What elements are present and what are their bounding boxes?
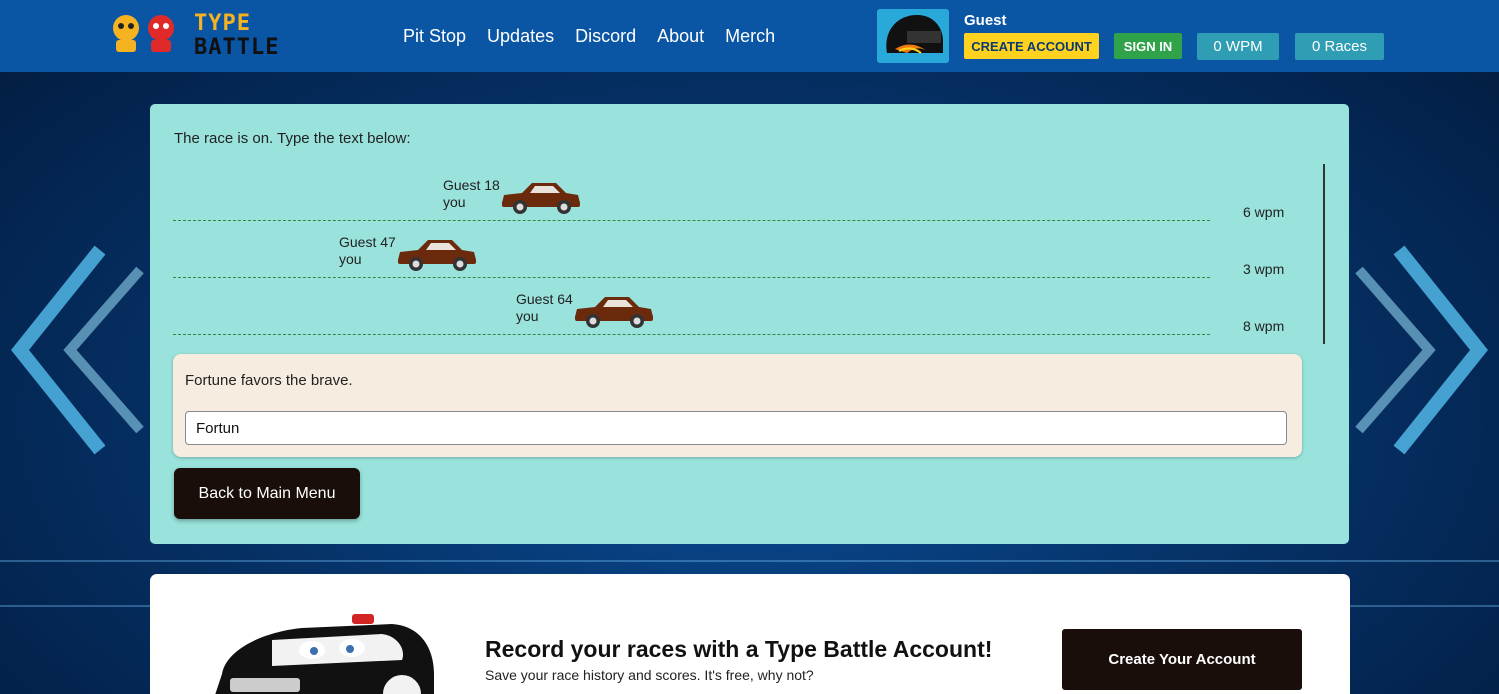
nav-link-about[interactable]: About (657, 26, 704, 47)
racer: Guest 18 you (443, 177, 582, 215)
racer: Guest 47 you (339, 234, 478, 272)
sheriff-car-illustration (215, 614, 434, 694)
top-navigation-bar: TYPE BATTLE Pit Stop Updates Discord Abo… (0, 0, 1499, 72)
logo-line-type: TYPE (194, 11, 251, 36)
promo-title: Record your races with a Type Battle Acc… (485, 636, 993, 662)
sign-in-button[interactable]: SIGN IN (1114, 33, 1182, 59)
nav-link-pit-stop[interactable]: Pit Stop (403, 26, 466, 47)
racer-tag: you (339, 251, 362, 267)
racer-tag: you (516, 308, 539, 324)
nav-link-updates[interactable]: Updates (487, 26, 554, 47)
race-lane: Guest 47 you (173, 221, 1210, 278)
create-account-button[interactable]: CREATE ACCOUNT (964, 33, 1099, 59)
typing-area: Fortune favors the brave. (173, 354, 1302, 457)
racer-labels: Guest 64 you (516, 291, 573, 325)
race-panel: The race is on. Type the text below: Gue… (150, 104, 1349, 544)
racer-labels: Guest 47 you (339, 234, 396, 268)
racer-name: Guest 18 (443, 177, 500, 193)
typing-input[interactable] (185, 411, 1287, 445)
wpm-stat-badge: 0 WPM (1197, 33, 1279, 60)
racer-name: Guest 64 (516, 291, 573, 307)
racer-labels: Guest 18 you (443, 177, 500, 211)
racer-wpm: 8 wpm (1243, 318, 1285, 334)
back-to-main-menu-button[interactable]: Back to Main Menu (174, 468, 360, 519)
helmet-icon (886, 15, 943, 54)
account-promo-panel: Record your races with a Type Battle Acc… (150, 574, 1350, 694)
racer-name: Guest 47 (339, 234, 396, 250)
logo-line-battle: BATTLE (194, 35, 280, 60)
neon-chevron-left-decoration (11, 245, 144, 455)
races-stat-badge: 0 Races (1295, 33, 1384, 60)
race-car-icon (397, 240, 476, 271)
create-your-account-button[interactable]: Create Your Account (1062, 629, 1302, 690)
finish-line (1323, 164, 1325, 344)
race-instruction: The race is on. Type the text below: (174, 130, 411, 147)
logo-wordmark: TYPE BATTLE (194, 11, 280, 60)
promo-subtitle: Save your race history and scores. It's … (485, 667, 814, 683)
nav-link-discord[interactable]: Discord (575, 26, 636, 47)
main-nav: Pit Stop Updates Discord About Merch (403, 26, 796, 47)
race-car-icon (501, 183, 580, 214)
floor-light-line (0, 560, 1499, 562)
race-car-icon (574, 297, 653, 328)
racer: Guest 64 you (516, 291, 655, 329)
racer-tag: you (443, 194, 466, 210)
race-lane: Guest 18 you (173, 164, 1210, 221)
user-name: Guest (964, 12, 1007, 29)
racer-wpm: 6 wpm (1243, 204, 1285, 220)
racer-wpm: 3 wpm (1243, 261, 1285, 277)
nav-link-merch[interactable]: Merch (725, 26, 775, 47)
race-track: Guest 18 you 6 wpm Guest 47 you 3 wpm Guest 64… (173, 164, 1325, 346)
type-battle-logo[interactable]: TYPE BATTLE (106, 8, 306, 60)
user-avatar[interactable] (877, 9, 949, 63)
neon-chevron-right-decoration (1355, 245, 1488, 455)
race-lane: Guest 64 you (173, 278, 1210, 335)
target-sentence: Fortune favors the brave. (185, 372, 353, 389)
mascots-icon (113, 15, 174, 52)
